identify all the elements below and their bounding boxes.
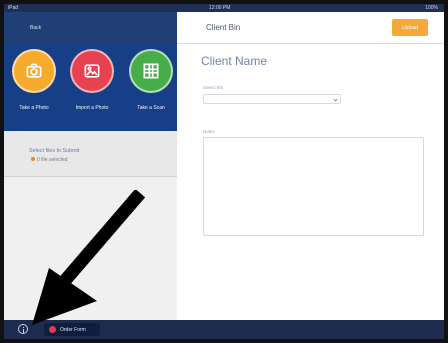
order-form-label: Order Form [60,327,86,333]
chevron-down-icon [333,97,338,102]
upload-button[interactable]: Upload [392,19,428,36]
page-title: Client Bin [206,23,241,32]
selected-title: Select files to Submit [29,148,80,154]
app-window: iPad 12:00 PM 100% Back Take a Photo Imp… [0,0,448,343]
camera-icon [26,63,42,78]
capture-panel: Take a Photo Import a Photo Take a Scan [4,44,177,131]
scan-icon [143,63,159,79]
status-bar: iPad 12:00 PM 100% [4,4,444,12]
bottom-bar: Order Form [4,320,444,339]
import-photo-button[interactable] [70,49,114,93]
folder-select[interactable] [203,94,341,104]
order-dot-icon [49,326,56,333]
notes-field[interactable] [203,137,424,236]
order-form-button[interactable]: Order Form [44,323,100,336]
take-photo-button[interactable] [12,49,56,93]
take-photo-label: Take a Photo [19,105,49,111]
import-photo-label: Import a Photo [75,105,109,111]
client-name-title: Client Name [201,54,268,68]
image-icon [84,64,100,78]
folder-label: Select Bin [203,85,224,90]
status-left: iPad [8,5,19,11]
selection-dot-icon [31,157,35,161]
client-form: Client Name Select Bin Notes [177,44,444,320]
info-icon[interactable] [18,324,28,334]
take-scan-button[interactable] [129,49,173,93]
status-right: 100% [425,5,438,11]
sidebar-header: Back [4,12,177,44]
back-link[interactable]: Back [30,25,41,31]
take-scan-label: Take a Scan [137,105,165,111]
sidebar-empty-area [4,177,177,320]
notes-label: Notes [203,129,215,134]
main-header: Client Bin Upload [177,12,444,44]
status-time: 12:00 PM [209,5,231,11]
selected-files-panel: Select files to Submit 0 file selected [4,131,177,177]
selected-count: 0 file selected [37,157,68,163]
